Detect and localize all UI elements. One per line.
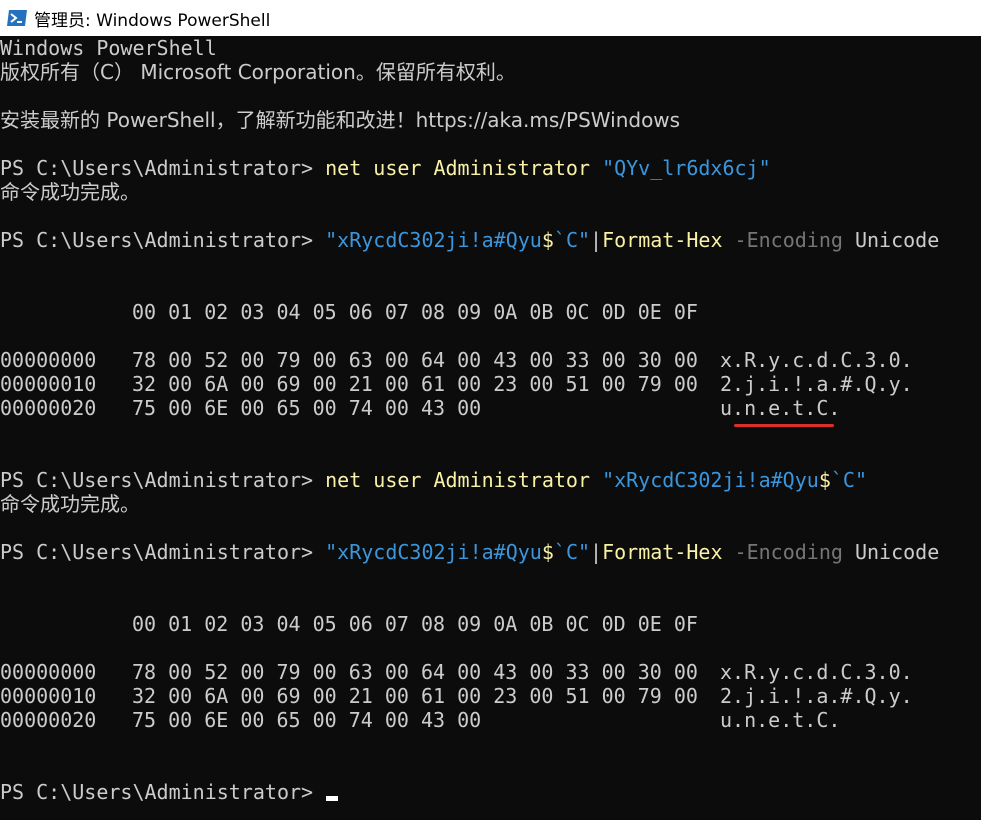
dollar-sign: $ — [541, 228, 554, 252]
prompt: PS C:\Users\Administrator> — [0, 540, 326, 564]
hex-offset: 00000000 — [0, 348, 97, 372]
dollar-sign: $ — [541, 540, 554, 564]
command-output: 命令成功完成。 — [0, 492, 140, 516]
hex-header-columns: 00 01 02 03 04 05 06 07 08 09 0A 0B 0C 0… — [132, 612, 698, 636]
hex-offset: 00000010 — [0, 684, 97, 708]
command-argument-end: `C" — [830, 468, 867, 492]
hex-offset: 00000000 — [0, 660, 97, 684]
parameter-name: -Encoding — [722, 540, 855, 564]
hex-ascii: 2.j.i.!.a.#.Q.y. — [720, 684, 913, 708]
hex-bytes: 32 00 6A 00 69 00 21 00 61 00 23 00 51 0… — [132, 372, 698, 396]
pipe-operator: | — [590, 228, 603, 252]
command-text: net user Administrator — [325, 468, 603, 492]
hex-bytes: 78 00 52 00 79 00 63 00 64 00 43 00 33 0… — [132, 660, 698, 684]
string-literal-end: `C" — [553, 228, 591, 252]
string-literal: "xRycdC302ji!a#Qyu — [325, 228, 542, 252]
prompt: PS C:\Users\Administrator> — [0, 228, 326, 252]
hex-bytes: 78 00 52 00 79 00 63 00 64 00 43 00 33 0… — [132, 348, 698, 372]
hex-ascii: 2.j.i.!.a.#.Q.y. — [720, 372, 913, 396]
banner-line-1: Windows PowerShell — [0, 36, 217, 60]
hex-ascii: x.R.y.c.d.C.3.0. — [720, 660, 913, 684]
text-cursor — [326, 796, 338, 801]
parameter-value: Unicode — [854, 540, 940, 564]
command-line-3: PS C:\Users\Administrator> net user Admi… — [0, 468, 867, 492]
dollar-sign: $ — [818, 468, 831, 492]
hex-header-columns: 00 01 02 03 04 05 06 07 08 09 0A 0B 0C 0… — [132, 300, 698, 324]
hex-ascii: u.n.e.t.C. — [720, 396, 841, 420]
cmdlet-name: Format-Hex — [602, 540, 723, 564]
prompt: PS C:\Users\Administrator> — [0, 780, 326, 804]
command-output: 命令成功完成。 — [0, 180, 140, 204]
pipe-operator: | — [590, 540, 603, 564]
command-argument: "QYv_lr6dx6cj" — [602, 156, 771, 180]
hex-offset: 00000010 — [0, 372, 97, 396]
powershell-icon — [6, 9, 28, 27]
prompt: PS C:\Users\Administrator> — [0, 156, 326, 180]
hex-offset: 00000020 — [0, 708, 97, 732]
parameter-name: -Encoding — [722, 228, 855, 252]
hex-bytes: 32 00 6A 00 69 00 21 00 61 00 23 00 51 0… — [132, 684, 698, 708]
command-line-1: PS C:\Users\Administrator> net user Admi… — [0, 156, 771, 180]
final-prompt-line[interactable]: PS C:\Users\Administrator> — [0, 780, 325, 804]
prompt: PS C:\Users\Administrator> — [0, 468, 326, 492]
string-literal-end: `C" — [553, 540, 591, 564]
command-argument: "xRycdC302ji!a#Qyu — [602, 468, 819, 492]
hex-bytes: 75 00 6E 00 65 00 74 00 43 00 — [132, 708, 482, 732]
hex-ascii: u.n.e.t.C. — [720, 708, 841, 732]
string-literal: "xRycdC302ji!a#Qyu — [325, 540, 542, 564]
command-text: net user Administrator — [325, 156, 603, 180]
hex-offset: 00000020 — [0, 396, 97, 420]
cmdlet-name: Format-Hex — [602, 228, 723, 252]
banner-line-2: 版权所有（C） Microsoft Corporation。保留所有权利。 — [0, 60, 516, 84]
command-line-2: PS C:\Users\Administrator> "xRycdC302ji!… — [0, 228, 939, 252]
window-title: 管理员: Windows PowerShell — [34, 10, 271, 31]
console-area[interactable]: Windows PowerShell 版权所有（C） Microsoft Cor… — [0, 36, 981, 820]
parameter-value: Unicode — [854, 228, 940, 252]
red-underline-annotation — [734, 424, 834, 427]
hex-ascii: x.R.y.c.d.C.3.0. — [720, 348, 913, 372]
banner-line-3: 安装最新的 PowerShell，了解新功能和改进！https://aka.ms… — [0, 108, 681, 132]
hex-bytes: 75 00 6E 00 65 00 74 00 43 00 — [132, 396, 482, 420]
title-bar[interactable]: 管理员: Windows PowerShell — [0, 0, 981, 36]
command-line-4: PS C:\Users\Administrator> "xRycdC302ji!… — [0, 540, 939, 564]
